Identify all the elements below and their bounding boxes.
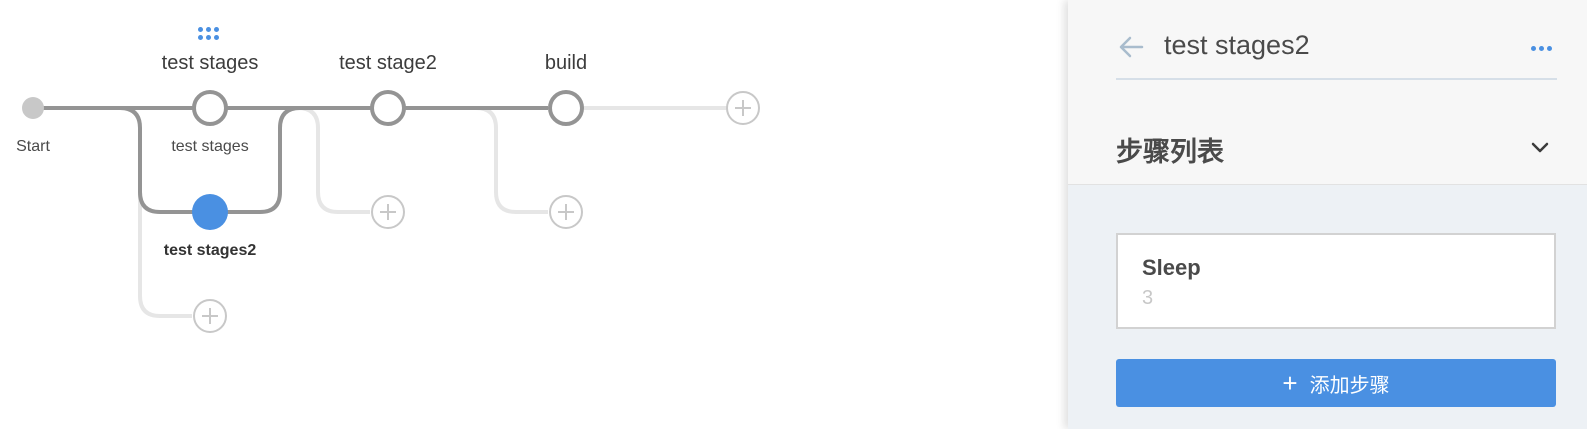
node-label-test-stages2: test stages2 — [163, 242, 257, 259]
add-stage-icon[interactable] — [726, 91, 760, 125]
pipeline-graph — [22, 90, 760, 333]
stage-config-panel: test stages2 步骤列表 Sleep 3 + 添加步骤 — [1068, 0, 1587, 429]
panel-header: test stages2 — [1116, 18, 1557, 80]
stage-name-title[interactable]: test stages2 — [1164, 30, 1310, 61]
add-step-button[interactable]: + 添加步骤 — [1116, 359, 1556, 407]
stage-node-build[interactable] — [548, 90, 584, 126]
stage-node-test-stage2[interactable] — [370, 90, 406, 126]
track-add-parallel-2 — [297, 106, 370, 214]
stage-title-build[interactable]: build — [545, 52, 587, 75]
add-step-label: 添加步骤 — [1309, 374, 1390, 397]
steps-section-header[interactable]: 步骤列表 — [1068, 110, 1587, 185]
plus-icon: + — [1282, 368, 1298, 398]
step-item-sleep[interactable]: Sleep 3 — [1116, 233, 1556, 329]
chevron-down-icon[interactable] — [1529, 136, 1551, 158]
add-parallel-test-stage2-icon[interactable] — [371, 195, 405, 229]
stage-title-test-stage2[interactable]: test stage2 — [339, 52, 437, 75]
add-parallel-build-icon[interactable] — [549, 195, 583, 229]
pipeline-editor: test stages test stage2 build Start test… — [0, 0, 1587, 429]
stage-node-test-stages2-selected[interactable] — [192, 194, 228, 230]
track-add-parallel-3 — [475, 106, 548, 214]
stage-drag-handle-icon[interactable] — [198, 27, 224, 43]
node-label-test-stages: test stages — [171, 138, 249, 155]
add-parallel-test-stages-icon[interactable] — [193, 299, 227, 333]
pipeline-canvas: test stages test stage2 build Start test… — [0, 0, 1068, 429]
step-argument: 3 — [1142, 287, 1154, 309]
steps-list: Sleep 3 + 添加步骤 — [1068, 185, 1587, 429]
stage-node-test-stages[interactable] — [192, 90, 228, 126]
start-label: Start — [16, 138, 50, 155]
step-name: Sleep — [1142, 255, 1201, 280]
stage-title-test-stages[interactable]: test stages — [162, 52, 259, 75]
back-arrow-icon[interactable] — [1116, 32, 1146, 62]
start-node — [22, 97, 44, 119]
more-options-icon[interactable] — [1531, 46, 1553, 54]
steps-section-title: 步骤列表 — [1116, 137, 1224, 167]
